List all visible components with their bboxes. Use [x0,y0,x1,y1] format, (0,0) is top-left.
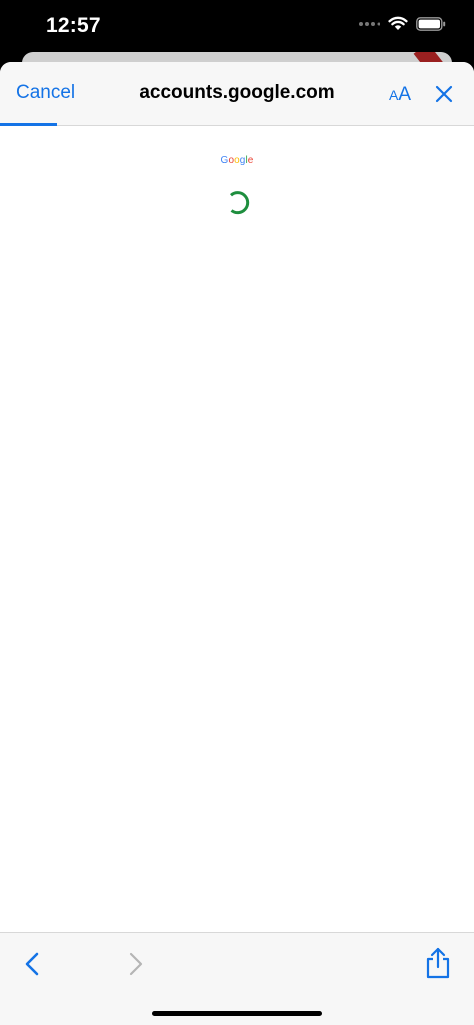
screen: 12:57 Cancel accounts.google.com AA Goog… [0,0,474,1025]
google-logo: Google [0,155,474,166]
text-size-button[interactable]: AA [389,84,411,106]
share-icon[interactable] [424,947,452,979]
chevron-left-icon[interactable] [22,951,44,977]
logo-letter: e [247,155,254,166]
text-size-small-a: A [389,87,399,103]
text-size-large-a: A [398,84,412,105]
battery-icon [416,16,446,36]
home-indicator [152,1011,322,1016]
loading-spinner-icon [225,190,251,216]
wifi-icon [388,16,408,36]
status-time: 12:57 [46,14,101,37]
close-icon[interactable] [434,84,454,104]
web-content: Google [0,126,474,933]
status-bar: 12:57 [0,0,474,52]
browser-nav-bar: Cancel accounts.google.com AA [0,62,474,126]
chevron-right-icon[interactable] [124,951,146,977]
signal-icon [358,17,381,35]
safari-view-sheet: Cancel accounts.google.com AA Google [0,62,474,1025]
status-icons [358,16,446,36]
cancel-button[interactable]: Cancel [16,82,75,104]
browser-toolbar [0,932,474,1025]
